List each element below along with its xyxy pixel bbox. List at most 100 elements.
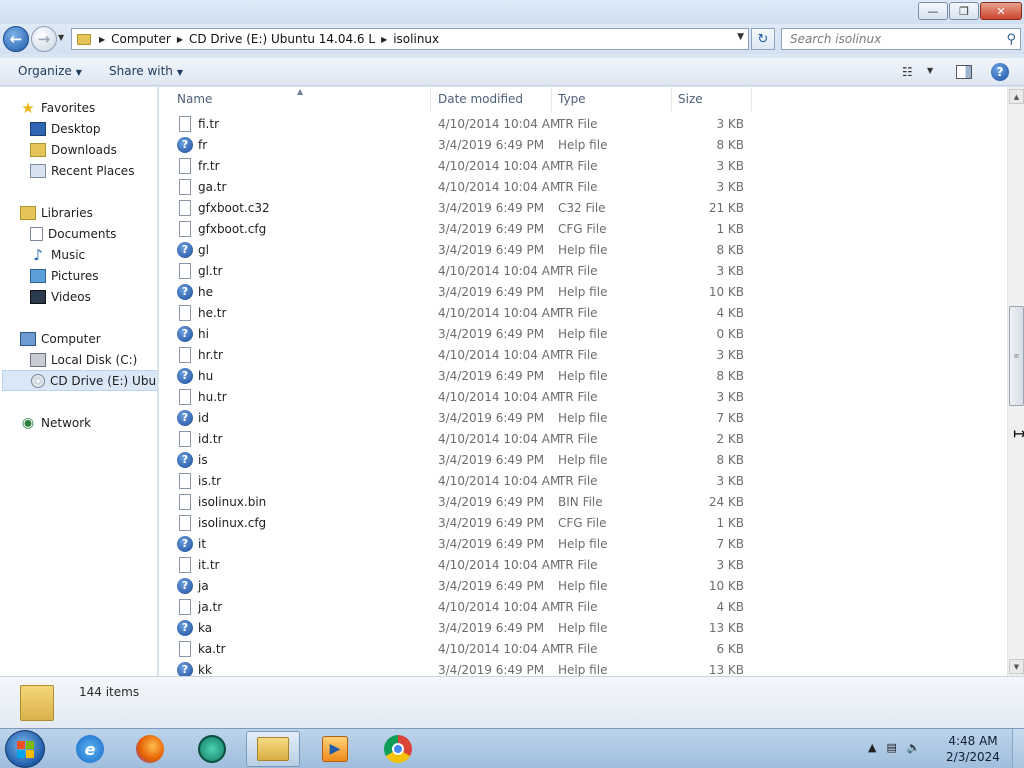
- file-row[interactable]: ? ka 3/4/2019 6:49 PM Help file 13 KB: [171, 617, 751, 638]
- column-header-name[interactable]: Name: [171, 87, 431, 111]
- nav-local-disk[interactable]: Local Disk (C:): [30, 349, 137, 370]
- chevron-right-icon[interactable]: ▶: [177, 35, 183, 44]
- file-row[interactable]: ? id 3/4/2019 6:49 PM Help file 7 KB: [171, 407, 751, 428]
- scroll-down-button[interactable]: ▼: [1009, 659, 1024, 674]
- breadcrumb-isolinux[interactable]: isolinux: [393, 32, 439, 46]
- file-row[interactable]: ? ja 3/4/2019 6:49 PM Help file 10 KB: [171, 575, 751, 596]
- address-bar[interactable]: ▶ Computer ▶ CD Drive (E:) Ubuntu 14.04.…: [71, 28, 749, 50]
- nav-pictures[interactable]: Pictures: [30, 265, 99, 286]
- nav-videos[interactable]: Videos: [30, 286, 91, 307]
- nav-network[interactable]: ◉ Network: [20, 412, 91, 433]
- file-row[interactable]: ? gl 3/4/2019 6:49 PM Help file 8 KB: [171, 239, 751, 260]
- address-dropdown-icon[interactable]: ▼: [737, 32, 744, 42]
- scrollbar-thumb[interactable]: ≡: [1009, 306, 1024, 406]
- file-row[interactable]: fr.tr 4/10/2014 10:04 AM TR File 3 KB: [171, 155, 751, 176]
- file-date: 3/4/2019 6:49 PM: [438, 284, 545, 299]
- vertical-scrollbar[interactable]: ▲ ≡ ▼: [1007, 87, 1024, 676]
- file-row[interactable]: is.tr 4/10/2014 10:04 AM TR File 3 KB: [171, 470, 751, 491]
- show-hidden-icons-icon[interactable]: ▲: [868, 741, 876, 754]
- minimize-button[interactable]: —: [918, 2, 948, 20]
- taskbar-media-player[interactable]: ▶: [308, 731, 362, 767]
- help-icon[interactable]: ?: [991, 63, 1009, 81]
- nav-cd-drive[interactable]: CD Drive (E:) Ubuntu: [2, 370, 157, 391]
- column-label: Type: [558, 92, 586, 106]
- file-row[interactable]: ja.tr 4/10/2014 10:04 AM TR File 4 KB: [171, 596, 751, 617]
- nav-documents[interactable]: Documents: [30, 223, 116, 244]
- chevron-right-icon[interactable]: ▶: [381, 35, 387, 44]
- file-size: 3 KB: [716, 179, 744, 194]
- view-options-icon[interactable]: ☷: [902, 65, 913, 79]
- file-row[interactable]: he.tr 4/10/2014 10:04 AM TR File 4 KB: [171, 302, 751, 323]
- network-status-icon[interactable]: ▤: [886, 741, 896, 754]
- file-date: 3/4/2019 6:49 PM: [438, 515, 545, 530]
- file-row[interactable]: hr.tr 4/10/2014 10:04 AM TR File 3 KB: [171, 344, 751, 365]
- chevron-right-icon[interactable]: ▶: [99, 35, 105, 44]
- refresh-button[interactable]: ↻: [751, 28, 775, 50]
- breadcrumb-cd-drive[interactable]: CD Drive (E:) Ubuntu 14.04.6 L: [189, 32, 375, 46]
- share-with-button[interactable]: Share with ▼: [109, 64, 183, 78]
- start-button[interactable]: [5, 730, 45, 768]
- file-name: ja: [198, 578, 209, 593]
- nav-label: CD Drive (E:) Ubuntu: [50, 373, 157, 388]
- file-date: 3/4/2019 6:49 PM: [438, 221, 545, 236]
- taskbar: e ▶ ▲ ▤ 🔈 4:48 AM 2/3/2024: [0, 728, 1024, 768]
- search-box[interactable]: ⚲: [781, 28, 1021, 50]
- file-row[interactable]: fi.tr 4/10/2014 10:04 AM TR File 3 KB: [171, 113, 751, 134]
- file-type: CFG File: [558, 221, 607, 236]
- file-row[interactable]: ka.tr 4/10/2014 10:04 AM TR File 6 KB: [171, 638, 751, 659]
- column-header-date[interactable]: Date modified: [432, 87, 552, 111]
- file-row[interactable]: ? fr 3/4/2019 6:49 PM Help file 8 KB: [171, 134, 751, 155]
- file-name: it: [198, 536, 207, 551]
- file-name: gl.tr: [198, 263, 223, 278]
- search-icon[interactable]: ⚲: [1006, 32, 1016, 47]
- file-row[interactable]: gl.tr 4/10/2014 10:04 AM TR File 3 KB: [171, 260, 751, 281]
- nav-favorites[interactable]: ★ Favorites: [20, 97, 95, 118]
- cd-drive-icon: [31, 373, 45, 388]
- file-row[interactable]: gfxboot.cfg 3/4/2019 6:49 PM CFG File 1 KB: [171, 218, 751, 239]
- file-row[interactable]: isolinux.cfg 3/4/2019 6:49 PM CFG File 1 KB: [171, 512, 751, 533]
- file-row[interactable]: hu.tr 4/10/2014 10:04 AM TR File 3 KB: [171, 386, 751, 407]
- column-header-type[interactable]: Type: [552, 87, 672, 111]
- nav-downloads[interactable]: Downloads: [30, 139, 117, 160]
- file-row[interactable]: ? he 3/4/2019 6:49 PM Help file 10 KB: [171, 281, 751, 302]
- file-row[interactable]: ga.tr 4/10/2014 10:04 AM TR File 3 KB: [171, 176, 751, 197]
- file-row[interactable]: ? hu 3/4/2019 6:49 PM Help file 8 KB: [171, 365, 751, 386]
- scroll-up-button[interactable]: ▲: [1009, 89, 1024, 104]
- maximize-button[interactable]: ❐: [949, 2, 979, 20]
- recent-pages-dropdown[interactable]: ▼: [58, 33, 64, 42]
- file-date: 3/4/2019 6:49 PM: [438, 200, 545, 215]
- file-row[interactable]: gfxboot.c32 3/4/2019 6:49 PM C32 File 21 KB: [171, 197, 751, 218]
- nav-music[interactable]: ♪ Music: [30, 244, 85, 265]
- forward-button[interactable]: →: [31, 26, 57, 52]
- pictures-icon: [30, 268, 46, 283]
- file-row[interactable]: ? hi 3/4/2019 6:49 PM Help file 0 KB: [171, 323, 751, 344]
- file-row[interactable]: it.tr 4/10/2014 10:04 AM TR File 3 KB: [171, 554, 751, 575]
- taskbar-chat-app[interactable]: [185, 731, 239, 767]
- organize-button[interactable]: Organize ▼: [18, 64, 82, 78]
- taskbar-firefox[interactable]: [123, 731, 177, 767]
- taskbar-windows-explorer[interactable]: [246, 731, 300, 767]
- file-row[interactable]: isolinux.bin 3/4/2019 6:49 PM BIN File 24 K…: [171, 491, 751, 512]
- nav-libraries[interactable]: Libraries: [20, 202, 93, 223]
- close-button[interactable]: ✕: [980, 2, 1022, 20]
- file-row[interactable]: ? kk 3/4/2019 6:49 PM Help file 13 KB: [171, 659, 751, 676]
- volume-muted-icon[interactable]: 🔈: [907, 741, 921, 754]
- taskbar-chrome[interactable]: [371, 731, 425, 767]
- file-row[interactable]: ? is 3/4/2019 6:49 PM Help file 8 KB: [171, 449, 751, 470]
- preview-pane-icon[interactable]: [956, 65, 972, 79]
- file-row[interactable]: id.tr 4/10/2014 10:04 AM TR File 2 KB: [171, 428, 751, 449]
- nav-recent-places[interactable]: Recent Places: [30, 160, 134, 181]
- clock[interactable]: 4:48 AM 2/3/2024: [940, 733, 1006, 765]
- search-input[interactable]: [790, 32, 990, 46]
- column-header-size[interactable]: Size: [672, 87, 752, 111]
- file-row[interactable]: ? it 3/4/2019 6:49 PM Help file 7 KB: [171, 533, 751, 554]
- hard-disk-icon: [30, 352, 46, 367]
- file-date: 4/10/2014 10:04 AM: [438, 473, 561, 488]
- nav-desktop[interactable]: Desktop: [30, 118, 101, 139]
- breadcrumb-computer[interactable]: Computer: [111, 32, 171, 46]
- nav-computer[interactable]: Computer: [20, 328, 101, 349]
- taskbar-internet-explorer[interactable]: e: [63, 731, 117, 767]
- back-button[interactable]: ←: [3, 26, 29, 52]
- show-desktop-button[interactable]: [1012, 729, 1024, 768]
- view-dropdown-icon[interactable]: ▼: [927, 66, 933, 75]
